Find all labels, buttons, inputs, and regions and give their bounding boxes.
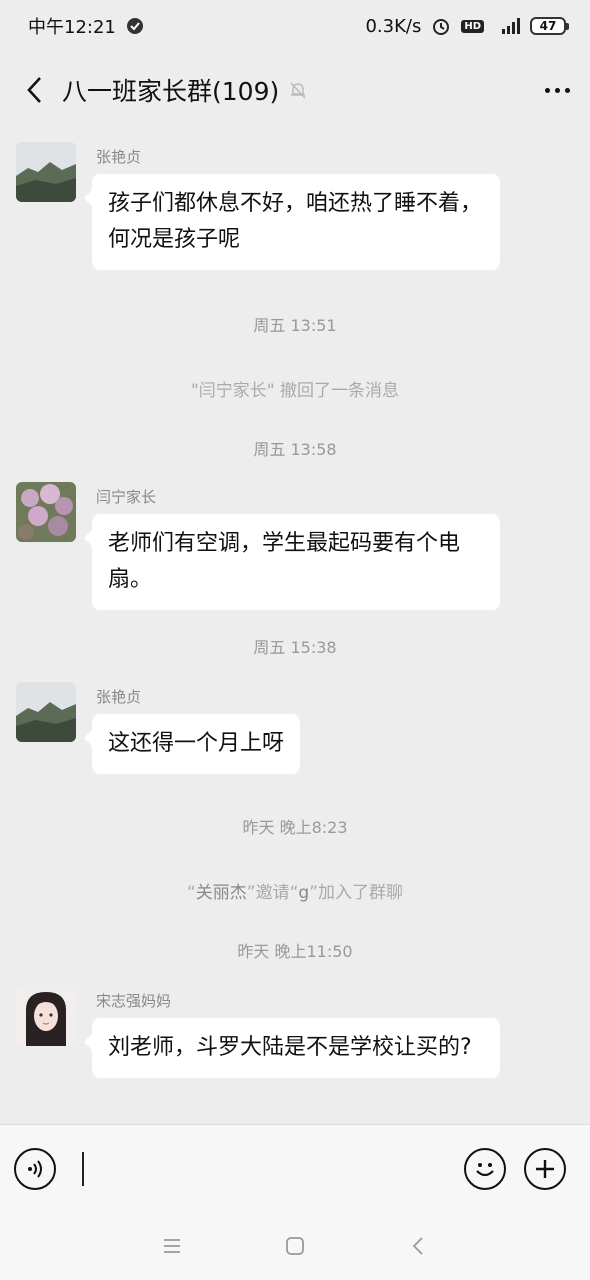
sender-name: 宋志强妈妈 [96,992,172,1010]
bell-off-icon [289,80,307,100]
avatar[interactable] [16,682,76,742]
signal-icon [494,17,520,35]
avatar[interactable] [16,986,76,1046]
status-left: 中午12:21 [28,13,144,39]
home-square-icon[interactable] [275,1226,315,1266]
more-dots-icon[interactable] [545,70,570,110]
notification-icon [126,17,144,35]
voice-icon[interactable] [14,1147,56,1190]
system-message: “关丽杰”邀请“g”加入了群聊 [186,883,404,903]
network-speed: 0.3K/s [365,15,422,37]
battery-indicator: 47 [530,17,569,35]
status-right: 0.3K/s HD 47 [365,15,569,37]
plus-icon[interactable] [524,1147,566,1190]
text-caret [82,1151,84,1186]
system-message: "闫宁家长" 撤回了一条消息 [190,381,400,401]
avatar[interactable] [16,482,76,542]
status-time: 中午12:21 [28,17,116,38]
message-bubble[interactable]: 这还得一个月上呀 [83,714,301,774]
timestamp: 昨天 晚上11:50 [237,942,353,961]
message-input[interactable] [68,1140,448,1197]
sender-name: 张艳贞 [96,148,142,166]
chat-header: 八一班家长群(109) [0,52,590,128]
inviter-name[interactable]: 关丽杰 [196,883,247,903]
back-triangle-icon[interactable] [398,1226,438,1266]
alarm-icon [431,16,451,36]
invite-verb: 邀请 [255,883,290,903]
sender-name: 闫宁家长 [96,488,157,506]
chat-title: 八一班家长群(109) [62,77,280,106]
message-list[interactable]: 张艳贞 孩子们都休息不好，咱还热了睡不着，何况是孩子呢 周五 13:51 "闫宁… [0,128,590,1124]
invitee-name[interactable]: g [298,883,309,903]
hd-badge: HD [461,19,484,33]
invite-tail: 加入了群聊 [318,883,404,903]
input-bar [0,1124,590,1212]
chevron-left-icon[interactable] [20,70,50,110]
timestamp: 周五 13:58 [253,440,337,459]
menu-icon[interactable] [152,1226,192,1266]
message-bubble[interactable]: 老师们有空调，学生最起码要有个电扇。 [84,514,500,610]
sender-name: 张艳贞 [96,688,142,706]
timestamp: 周五 13:51 [253,316,337,335]
timestamp: 昨天 晚上8:23 [242,818,348,837]
message-bubble[interactable]: 刘老师，斗罗大陆是不是学校让买的? [84,1018,500,1078]
avatar[interactable] [16,142,76,202]
message-bubble[interactable]: 孩子们都休息不好，咱还热了睡不着，何况是孩子呢 [84,174,500,270]
timestamp: 周五 15:38 [253,638,337,657]
system-nav-bar [0,1212,590,1280]
emoji-icon[interactable] [464,1147,506,1190]
status-bar: 中午12:21 0.3K/s HD 47 [0,0,590,52]
